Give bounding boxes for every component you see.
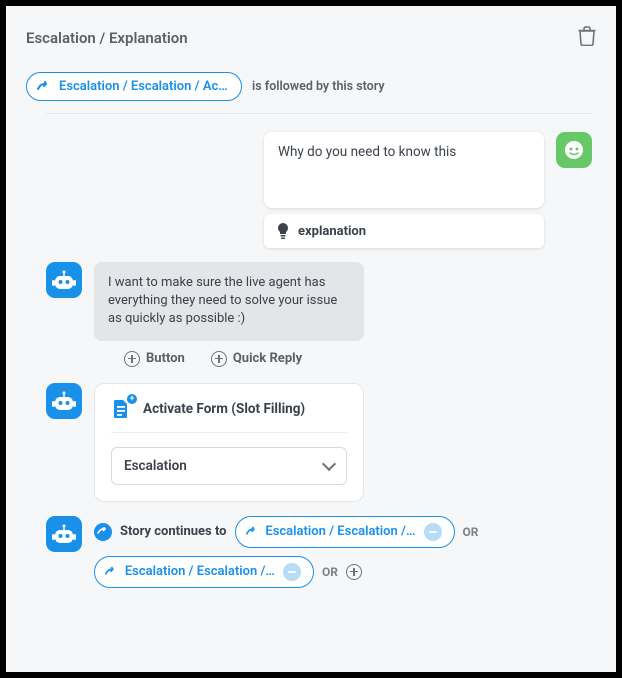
continue-story-chip[interactable]: Escalation / Escalation / Sub… xyxy=(235,516,455,548)
add-continuation-button[interactable] xyxy=(346,564,362,580)
user-avatar-icon xyxy=(563,139,585,161)
page-title: Escalation / Explanation xyxy=(26,29,188,47)
continue-arrow-icon xyxy=(94,523,112,541)
arrow-icon xyxy=(105,566,119,578)
preceding-story-label: Escalation / Escalation / Acti… xyxy=(59,79,229,94)
intent-label: explanation xyxy=(298,224,366,239)
bot-avatar xyxy=(46,262,82,298)
followed-by-text: is followed by this story xyxy=(252,79,385,94)
preceding-story-chip[interactable]: Escalation / Escalation / Acti… xyxy=(26,72,242,101)
bot-avatar-icon xyxy=(50,520,78,548)
arrow-icon xyxy=(37,81,53,93)
plus-icon xyxy=(211,351,227,367)
bot-avatar-icon xyxy=(50,266,78,294)
remove-chip-button[interactable] xyxy=(424,523,442,541)
user-message-text: Why do you need to know this xyxy=(278,144,456,160)
continues-label: Story continues to xyxy=(120,524,227,539)
or-separator: OR xyxy=(322,565,338,579)
arrow-icon xyxy=(246,526,260,538)
form-title: Activate Form (Slot Filling) xyxy=(143,401,305,417)
intent-chip[interactable]: explanation xyxy=(264,214,544,248)
intent-icon xyxy=(276,222,290,240)
form-icon: + xyxy=(111,398,133,420)
add-button-action[interactable]: Button xyxy=(124,351,185,367)
chevron-down-icon xyxy=(322,456,336,470)
form-selected-value: Escalation xyxy=(124,458,187,474)
bot-avatar xyxy=(46,516,82,552)
user-message[interactable]: Why do you need to know this xyxy=(264,132,544,208)
form-card: + Activate Form (Slot Filling) Escalatio… xyxy=(94,383,364,502)
add-quick-reply-label: Quick Reply xyxy=(233,351,302,366)
plus-icon xyxy=(124,351,140,367)
bot-response[interactable]: I want to make sure the live agent has e… xyxy=(94,262,364,341)
user-avatar xyxy=(556,132,592,168)
add-button-label: Button xyxy=(146,351,185,366)
remove-chip-button[interactable] xyxy=(283,563,301,581)
add-quick-reply-action[interactable]: Quick Reply xyxy=(211,351,302,367)
continue-chip-label: Escalation / Escalation / Sub… xyxy=(265,524,417,539)
bot-response-text: I want to make sure the live agent has e… xyxy=(108,275,337,326)
delete-button[interactable] xyxy=(578,26,596,50)
or-separator: OR xyxy=(463,525,479,539)
bot-avatar xyxy=(46,383,82,419)
form-select[interactable]: Escalation xyxy=(111,447,347,485)
continue-chip-label: Escalation / Escalation / Can… xyxy=(125,564,277,579)
trash-icon xyxy=(578,26,596,46)
continue-story-chip[interactable]: Escalation / Escalation / Can… xyxy=(94,556,314,588)
bot-avatar-icon xyxy=(50,387,78,415)
